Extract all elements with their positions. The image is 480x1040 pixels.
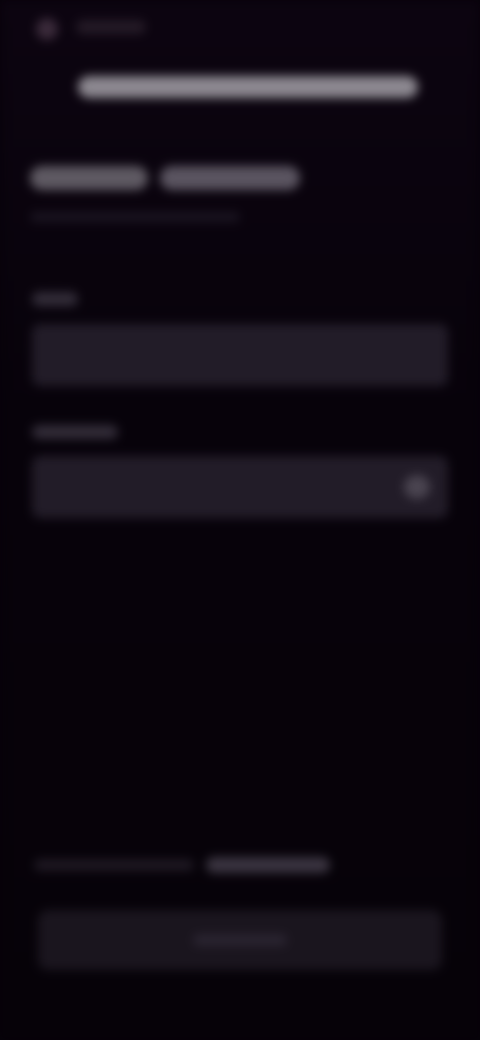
back-arrow-icon[interactable]: [36, 18, 58, 40]
email-field-box[interactable]: [32, 324, 448, 386]
eye-icon[interactable]: [404, 475, 430, 499]
password-field-box[interactable]: [32, 456, 448, 518]
hint-text: [30, 212, 240, 222]
password-field[interactable]: [48, 476, 382, 498]
footer-prompt-text: [34, 859, 194, 871]
top-bar: [30, 12, 450, 44]
subtitle-part-1: [30, 166, 148, 190]
footer-link[interactable]: [206, 857, 330, 873]
login-screen: [0, 0, 480, 1040]
page-subtitle: [30, 166, 300, 190]
footer-prompt: [34, 856, 334, 874]
submit-button[interactable]: [38, 910, 442, 970]
top-bar-title: [76, 20, 146, 34]
email-label: [32, 292, 78, 306]
email-field[interactable]: [48, 344, 382, 366]
password-label: [32, 425, 118, 439]
submit-button-label: [193, 934, 287, 946]
subtitle-part-2: [160, 166, 300, 190]
page-title: [78, 76, 418, 98]
